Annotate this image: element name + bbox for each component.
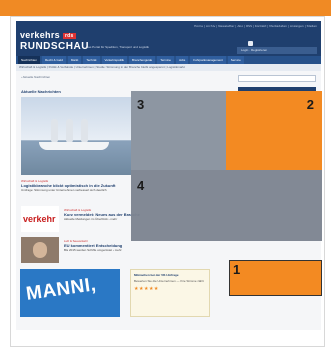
story-thumbnail[interactable] <box>21 237 59 263</box>
ship-hull <box>39 142 109 150</box>
nav-item[interactable]: Service <box>227 56 244 64</box>
nav-item[interactable]: Fuhrparkmanagement <box>190 56 226 64</box>
nav-item[interactable]: Termine <box>157 56 174 64</box>
survey-ad-box[interactable]: Mitmachen bei der VR-Umfrage Bewerten Si… <box>130 269 210 317</box>
logo-rundschau[interactable]: RUNDSCHAU <box>20 41 89 52</box>
portrait-face <box>33 242 47 258</box>
hero-image-ship[interactable] <box>21 97 131 175</box>
main-nav: Nachrichten Recht & Geld Markt Technik V… <box>16 56 321 64</box>
ship-sail <box>51 119 58 143</box>
logo-word: verkehrs <box>20 30 60 40</box>
sub-nav[interactable]: Wirtschaft & Logistik | Politik & Verbän… <box>16 64 321 71</box>
manni-ad-banner[interactable]: MANNI, <box>20 269 120 317</box>
site-header: Home | Archiv | Newsletter | Abo | RSS |… <box>16 21 321 56</box>
login-field[interactable]: Login · Registrieren <box>237 47 317 54</box>
zone-number: 4 <box>137 178 145 193</box>
lock-icon <box>248 41 253 46</box>
thumbnail-word: verkehr <box>23 214 56 224</box>
story-text: Bis 2015 werden Schiffe umgerüstet › meh… <box>64 248 122 252</box>
zone-number: 3 <box>137 97 145 112</box>
nav-item[interactable]: Nachrichten <box>18 56 41 64</box>
layout-zone-1: 1 <box>229 260 322 296</box>
nav-item[interactable]: Verkehrspolitik <box>101 56 128 64</box>
logo[interactable]: verkehrs rds <box>20 30 76 40</box>
breadcrumb[interactable]: › Aktuelle Nachrichten <box>21 75 50 79</box>
top-accent-bar <box>0 0 331 16</box>
layout-zone-4: 4 <box>131 170 322 241</box>
site-tagline: Das Portal für Spedition, Transport und … <box>86 45 149 49</box>
story-item[interactable]: Wirtschaft & Logistik Logistikbranche bl… <box>21 179 146 192</box>
zone-number: 1 <box>233 262 241 277</box>
nav-item[interactable]: Markt <box>67 56 82 64</box>
sidebar-search-input[interactable] <box>238 75 316 82</box>
ad-title: Mitmachen bei der VR-Umfrage <box>134 273 179 277</box>
top-links[interactable]: Home | Archiv | Newsletter | Abo | RSS |… <box>194 24 317 28</box>
nav-item[interactable]: Technik <box>83 56 100 64</box>
layout-zone-3: 3 <box>131 91 226 170</box>
section-title: Aktuelle Nachrichten <box>21 89 61 94</box>
story-text: Umfrage: Stimmung unter Unternehmen verb… <box>21 188 107 192</box>
nav-item[interactable]: Recht & Geld <box>42 56 66 64</box>
zone-number: 2 <box>306 97 314 112</box>
layout-zone-2: 2 <box>226 91 322 170</box>
nav-item[interactable]: Branchenguide <box>129 56 156 64</box>
logo-tag: rds <box>62 32 76 39</box>
nav-item[interactable]: Jobs <box>175 56 189 64</box>
ship-sail <box>66 119 73 143</box>
ship-sail <box>81 119 88 143</box>
story-thumbnail[interactable]: verkehr <box>21 206 59 232</box>
banner-text: MANNI, <box>24 274 98 305</box>
ad-text: Bewerten Sie die Unternehmen — Ihre Stim… <box>134 279 204 283</box>
rating-stars-icon: ★★★★★ <box>134 286 159 292</box>
